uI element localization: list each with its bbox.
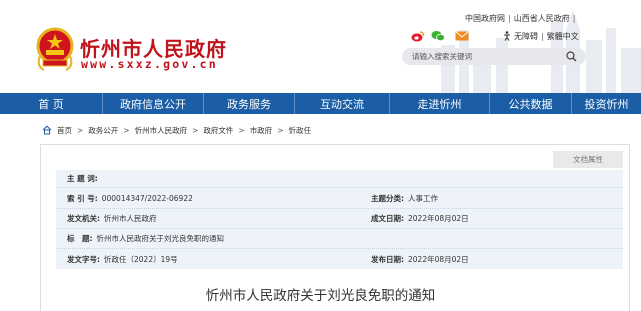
breadcrumb-city-gov[interactable]: 忻州市人民政府 [135,125,188,136]
info-cell: 成文日期: 2022年08月02日 [371,209,469,228]
doc-number-label: 发文字号: [67,254,100,264]
breadcrumb: 首页 > 政务公开 > 忻州市人民政府 > 政府文件 > 市政府 > 忻政任 [42,124,311,136]
date-label: 成文日期: [371,214,404,223]
language-link[interactable]: 繁體中文 [547,32,579,41]
divider: | [508,14,511,23]
wechat-icon[interactable] [431,30,445,42]
document-title: 忻州市人民政府关于刘光良免职的通知 [205,288,436,304]
index-value: 000014347/2022-06922 [101,193,193,203]
breadcrumb-separator: > [277,125,284,135]
breadcrumb-separator: > [192,125,199,135]
info-cell: 主题分类: 人事工作 [371,188,438,208]
nav-item-public-data[interactable]: 公共数据 [490,93,572,114]
info-row: 索 引 号: 000014347/2022-06922 主题分类: 人事工作 [56,188,623,209]
nav-item-invest[interactable]: 投资忻州 [572,93,641,114]
info-row: 发文字号: 忻政任〔2022〕19号 发布日期: 2022年08月02日 [56,249,623,269]
divider: | [572,14,576,23]
site-url: www.sxxz.gov.cn [81,57,218,71]
email-icon[interactable] [455,30,469,42]
category-label: 主题分类: [371,193,404,203]
main-nav: 首 页 政府信息公开 政务服务 互动交流 走进忻州 公共数据 投资忻州 [0,93,641,114]
search-box [402,48,586,65]
publish-label: 发布日期: [371,254,404,264]
info-cell: 发文机关: 忻州市人民政府 [67,209,157,228]
subject-label: 主 题 词: [67,174,98,183]
national-emblem-logo [36,27,74,71]
weibo-icon[interactable] [411,30,425,42]
breadcrumb-xinzhengren[interactable]: 忻政任 [288,125,311,136]
top-link-shanxi[interactable]: 山西省人民政府 [514,14,570,23]
info-row: 标 题: 忻州市人民政府关于刘光良免职的通知 [56,229,623,249]
doc-number-value: 忻政任〔2022〕19号 [104,254,178,264]
document-attributes-tab[interactable]: 文档属性 [553,151,623,168]
accessibility-links: 无障碍 | 繁體中文 [514,31,579,42]
site-header: 忻州市人民政府 www.sxxz.gov.cn 中国政府网 | 山西省人民政府 | 无… [0,0,641,93]
nav-item-about-xinzhou[interactable]: 走进忻州 [390,93,490,114]
document-info-table: 主 题 词: 索 引 号: 000014347/2022-06922 主题分类:… [56,170,623,269]
search-input[interactable] [412,48,562,65]
search-icon[interactable] [566,51,577,62]
issuer-label: 发文机关: [67,214,100,223]
title-label: 标 题: [67,234,93,243]
top-link-gov-cn[interactable]: 中国政府网 [465,14,505,23]
issuer-value: 忻州市人民政府 [104,214,157,223]
breadcrumb-gov-affairs[interactable]: 政务公开 [88,125,118,136]
info-cell: 发文字号: 忻政任〔2022〕19号 [67,249,178,269]
category-value: 人事工作 [408,193,438,203]
divider: | [541,32,544,41]
nav-item-info-disclosure[interactable]: 政府信息公开 [103,93,204,114]
breadcrumb-home[interactable]: 首页 [57,125,72,136]
breadcrumb-municipal-gov[interactable]: 市政府 [250,125,273,136]
info-cell: 标 题: 忻州市人民政府关于刘光良免职的通知 [67,229,224,248]
accessibility-link[interactable]: 无障碍 [514,32,538,41]
publish-value: 2022年08月02日 [408,254,469,264]
breadcrumb-separator: > [123,125,130,135]
home-icon[interactable] [42,125,52,135]
info-row: 发文机关: 忻州市人民政府 成文日期: 2022年08月02日 [56,209,623,229]
info-row: 主 题 词: [56,170,623,188]
nav-item-home[interactable]: 首 页 [0,93,103,114]
date-value: 2022年08月02日 [408,214,469,223]
accessibility-icon[interactable] [502,31,512,41]
nav-item-interaction[interactable]: 互动交流 [295,93,390,114]
info-cell: 索 引 号: 000014347/2022-06922 [67,188,193,208]
breadcrumb-gov-documents[interactable]: 政府文件 [203,125,233,136]
top-links: 中国政府网 | 山西省人民政府 | [465,13,578,24]
breadcrumb-separator: > [238,125,245,135]
index-label: 索 引 号: [67,193,98,203]
info-cell: 主 题 词: [67,170,102,187]
nav-item-gov-services[interactable]: 政务服务 [204,93,295,114]
breadcrumb-separator: > [77,125,84,135]
title-value: 忻州市人民政府关于刘光良免职的通知 [96,234,225,243]
info-cell: 发布日期: 2022年08月02日 [371,249,469,269]
